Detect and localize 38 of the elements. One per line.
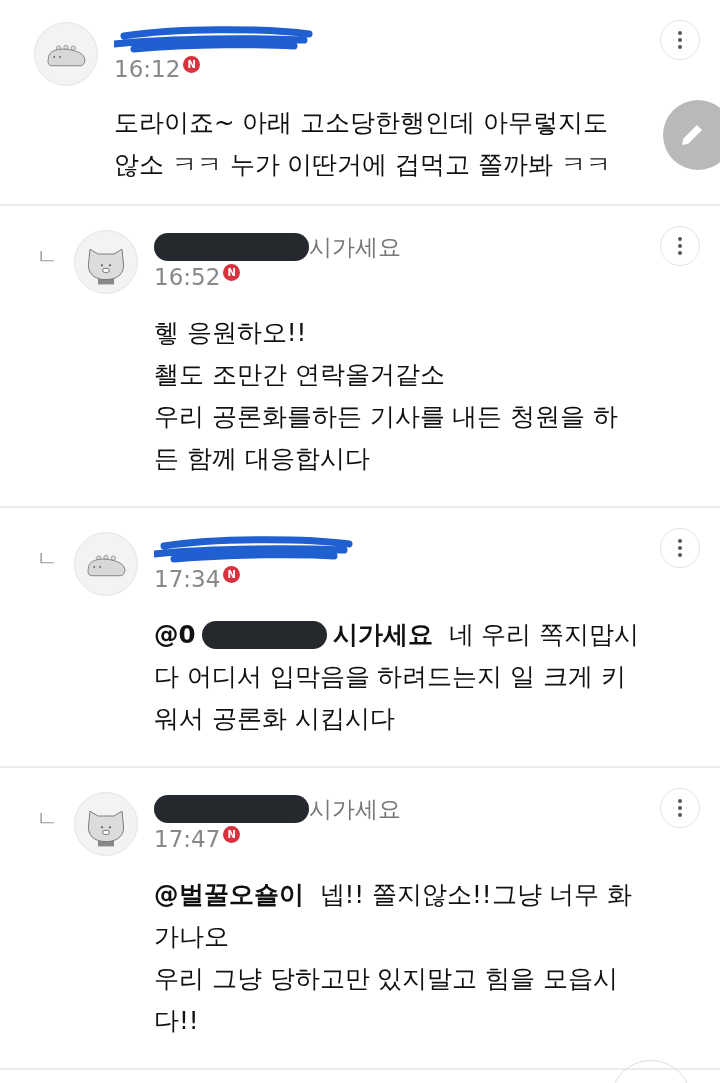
more-button[interactable] — [660, 528, 700, 568]
author-name: 시가세요 — [309, 232, 401, 262]
more-icon — [677, 30, 683, 50]
reply-mark: ㄴ — [36, 805, 59, 833]
mention[interactable]: 시가세요 — [332, 614, 433, 656]
author-name: 시가세요 — [309, 794, 401, 824]
comment-text: 쵈도 조만간 연락올거같소 — [154, 359, 445, 391]
comment-text: 다 어디서 입막음을 하려드는지 일 크게 키 — [154, 661, 626, 693]
mention[interactable]: @벌꿀오숄이 — [154, 874, 304, 916]
mention[interactable]: @0 — [154, 614, 196, 656]
timestamp: 16:52 — [154, 264, 221, 290]
comment-text: 헿 응원하오!! — [154, 317, 307, 349]
timestamp: 17:34 — [154, 566, 221, 592]
more-button[interactable] — [660, 226, 700, 266]
comment-text: 않소 ㅋㅋ 누가 이딴거에 겁먹고 쫄까봐 ㅋㅋ — [114, 149, 611, 181]
more-icon — [677, 798, 683, 818]
new-badge: N — [223, 826, 241, 843]
comment-text: 네 우리 쪽지맙시 — [448, 619, 640, 651]
edit-button[interactable] — [663, 100, 720, 170]
comment-text: 워서 공론화 시킵시다 — [154, 703, 395, 735]
comment-text: 우리 공론화를하든 기사를 내든 청원을 하 — [154, 401, 618, 433]
timestamp: 17:47 — [154, 826, 221, 852]
reply-mark: ㄴ — [36, 243, 59, 271]
new-badge: N — [223, 264, 241, 281]
new-badge: N — [223, 566, 241, 583]
new-badge: N — [183, 56, 201, 73]
timestamp: 16:12 — [114, 56, 181, 82]
reply-mark: ㄴ — [36, 545, 59, 573]
comment-text: 든 함께 대응합시다 — [154, 443, 370, 475]
comment-text: 다!! — [154, 1005, 199, 1037]
comment-text: 가나오 — [154, 921, 229, 953]
comment-text: 넵!! 쫄지않소!!그냥 너무 화 — [319, 879, 633, 911]
comment-text: 도라이죠~ 아래 고소당한행인데 아무렇지도 — [114, 107, 608, 139]
comment-text: 우리 그냥 당하고만 있지말고 힘을 모읍시 — [154, 963, 618, 995]
more-button[interactable] — [660, 788, 700, 828]
more-icon — [677, 236, 683, 256]
more-button[interactable] — [660, 20, 700, 60]
more-icon — [677, 538, 683, 558]
